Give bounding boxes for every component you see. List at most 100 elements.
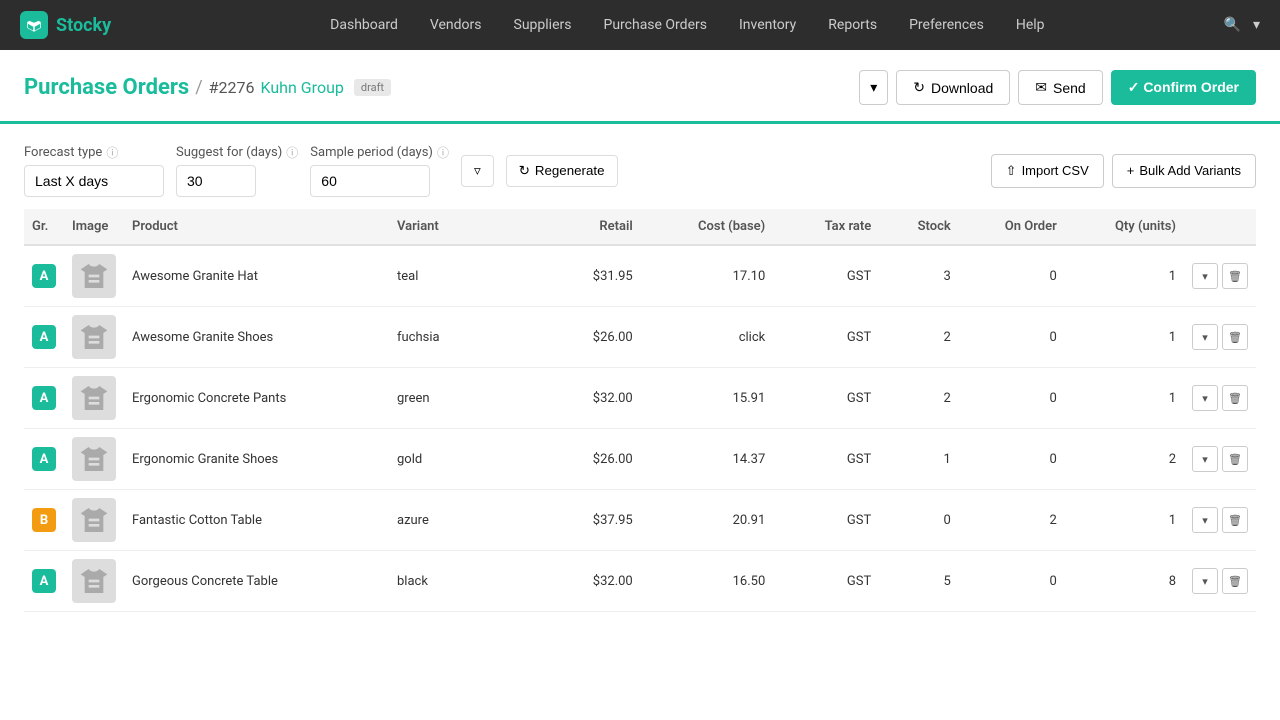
supplier-link[interactable]: Kuhn Group [260,78,343,97]
qty-value: 1 [1152,513,1176,528]
stock-cell: 2 [879,307,959,368]
nav-reports[interactable]: Reports [812,0,893,50]
product-name-cell: Fantastic Cotton Table [124,490,389,551]
user-caret-icon[interactable]: ▾ [1253,17,1260,33]
variant-cell: teal [389,245,522,307]
caret-icon: ▾ [1202,270,1208,283]
qty-value: 1 [1152,330,1176,345]
row-dropdown-button[interactable]: ▾ [1192,385,1218,411]
row-delete-button[interactable]: 🗑 [1222,263,1248,289]
sample-period-label: Sample period (days) ⓘ [310,144,449,161]
row-dropdown-button[interactable]: ▾ [1192,324,1218,350]
download-button[interactable]: ↻ Download [896,70,1010,105]
forecast-type-select[interactable]: Last X days [24,165,164,197]
col-header-product: Product [124,209,389,245]
nav-help[interactable]: Help [1000,0,1061,50]
sample-period-input[interactable] [310,165,430,197]
nav-vendors[interactable]: Vendors [414,0,498,50]
tshirt-icon [78,565,110,597]
retail-cell: $32.00 [522,368,641,429]
product-image [72,315,116,359]
download-icon: ↻ [913,79,925,96]
on-order-cell: 0 [959,551,1065,612]
qty-value: 8 [1152,574,1176,589]
product-image [72,437,116,481]
regenerate-button[interactable]: ↻ Regenerate [506,155,618,187]
sample-info-icon: ⓘ [437,144,449,161]
row-dropdown-button[interactable]: ▾ [1192,507,1218,533]
upload-icon: ⇧ [1006,163,1017,179]
col-header-variant: Variant [389,209,522,245]
stock-cell: 5 [879,551,959,612]
stock-cell: 1 [879,429,959,490]
col-header-image: Image [64,209,124,245]
nav-purchase-orders[interactable]: Purchase Orders [587,0,722,50]
row-actions-cell: ▾ 🗑 [1184,429,1256,490]
grade-cell: A [24,368,64,429]
product-name-cell: Ergonomic Concrete Pants [124,368,389,429]
import-csv-button[interactable]: ⇧ Import CSV [991,154,1104,188]
brand[interactable]: Stocky [20,11,111,39]
search-icon[interactable]: 🔍 [1224,17,1241,33]
cost-cell: click [641,307,774,368]
grade-cell: B [24,490,64,551]
trash-icon: 🗑 [1228,270,1242,283]
nav-preferences[interactable]: Preferences [893,0,1000,50]
tax-cell: GST [773,307,879,368]
variant-cell: gold [389,429,522,490]
caret-icon: ▾ [1202,392,1208,405]
suggest-days-input[interactable] [176,165,256,197]
tax-cell: GST [773,551,879,612]
row-delete-button[interactable]: 🗑 [1222,507,1248,533]
table-row: A Ergonomic Granite Shoes gold $26.00 14… [24,429,1256,490]
purchase-orders-link[interactable]: Purchase Orders [24,75,189,100]
grade-badge: A [32,569,56,593]
cost-cell: 17.10 [641,245,774,307]
retail-cell: $32.00 [522,551,641,612]
product-name-cell: Awesome Granite Hat [124,245,389,307]
more-options-button[interactable]: ▾ [859,70,888,105]
row-delete-button[interactable]: 🗑 [1222,324,1248,350]
row-delete-button[interactable]: 🗑 [1222,385,1248,411]
regenerate-icon: ↻ [519,163,530,179]
row-dropdown-button[interactable]: ▾ [1192,263,1218,289]
row-actions-cell: ▾ 🗑 [1184,490,1256,551]
bulk-add-variants-button[interactable]: + Bulk Add Variants [1112,154,1256,188]
grade-badge: A [32,447,56,471]
nav-inventory[interactable]: Inventory [723,0,812,50]
row-delete-button[interactable]: 🗑 [1222,568,1248,594]
filter-button[interactable]: ▿ [461,155,494,187]
variant-cell: green [389,368,522,429]
row-dropdown-button[interactable]: ▾ [1192,568,1218,594]
on-order-cell: 0 [959,245,1065,307]
qty-value: 1 [1152,391,1176,406]
nav-dashboard[interactable]: Dashboard [314,0,414,50]
row-dropdown-button[interactable]: ▾ [1192,446,1218,472]
nav-suppliers[interactable]: Suppliers [498,0,588,50]
confirm-order-button[interactable]: ✓ Confirm Order [1111,70,1256,105]
tax-cell: GST [773,245,879,307]
page-header: Purchase Orders / #2276 Kuhn Group draft… [0,50,1280,105]
on-order-cell: 0 [959,429,1065,490]
stock-cell: 0 [879,490,959,551]
grade-badge: A [32,386,56,410]
retail-cell: $31.95 [522,245,641,307]
qty-cell: 2 [1065,429,1184,490]
row-actions-cell: ▾ 🗑 [1184,245,1256,307]
qty-value: 2 [1152,452,1176,467]
row-delete-button[interactable]: 🗑 [1222,446,1248,472]
col-header-actions [1184,209,1256,245]
trash-icon: 🗑 [1228,514,1242,527]
suggest-days-group: Suggest for (days) ⓘ [176,144,298,197]
table-row: A Awesome Granite Hat teal $31.95 17.10 … [24,245,1256,307]
header-actions: ▾ ↻ Download ✉ Send ✓ Confirm Order [859,70,1256,105]
row-actions-cell: ▾ 🗑 [1184,368,1256,429]
col-header-stock: Stock [879,209,959,245]
grade-cell: A [24,307,64,368]
brand-icon [20,11,48,39]
send-button[interactable]: ✉ Send [1018,70,1102,105]
caret-icon: ▾ [1202,331,1208,344]
on-order-cell: 0 [959,307,1065,368]
image-cell [64,551,124,612]
product-image [72,254,116,298]
